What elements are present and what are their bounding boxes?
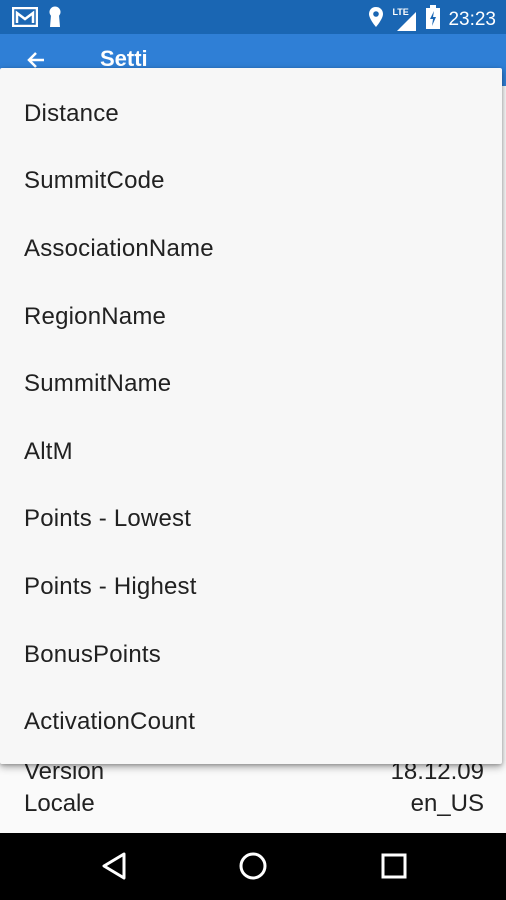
navigation-bar [0,833,506,900]
locale-label: Locale [24,790,95,817]
keyhole-icon [48,6,62,33]
back-icon[interactable] [100,851,128,886]
menu-item-bonus-points[interactable]: BonusPoints [0,621,502,689]
menu-item-alt-m[interactable]: AltM [0,418,502,486]
clock: 23:23 [448,8,496,30]
menu-item-points-lowest[interactable]: Points - Lowest [0,486,502,554]
location-icon [368,6,384,33]
menu-item-activation-count[interactable]: ActivationCount [0,688,502,756]
menu-item-association-name[interactable]: AssociationName [0,215,502,283]
signal-icon: LTE [392,7,418,32]
locale-value: en_US [410,790,484,817]
sort-field-menu: Distance SummitCode AssociationName Regi… [0,68,502,764]
status-bar: LTE 23:23 [0,0,506,34]
mail-icon [11,6,39,32]
battery-icon [426,5,441,34]
locale-row: Locale en_US [24,790,484,818]
home-icon[interactable] [238,851,268,886]
menu-item-summit-code[interactable]: SummitCode [0,148,502,216]
menu-item-distance[interactable]: Distance [0,80,502,148]
menu-item-region-name[interactable]: RegionName [0,283,502,351]
recents-icon[interactable] [380,851,408,886]
menu-item-summit-name[interactable]: SummitName [0,350,502,418]
menu-item-points-highest[interactable]: Points - Highest [0,553,502,621]
